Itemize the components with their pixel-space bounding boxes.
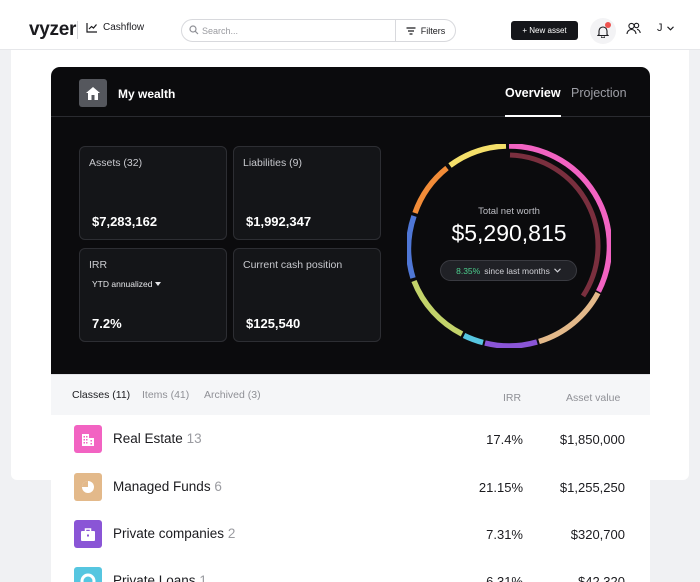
tab-items[interactable]: Items (41)	[142, 389, 189, 401]
row-name-text: Private companies	[113, 526, 225, 541]
assets-value: $7,283,162	[92, 214, 158, 229]
row-value: $1,255,250	[559, 480, 625, 495]
row-count: 1	[199, 573, 207, 582]
irr-stat-card: IRR YTD annualized 7.2%	[79, 248, 227, 342]
user-initial: J	[657, 22, 663, 34]
card-header: My wealth Overview Projection	[51, 67, 650, 117]
table-row[interactable]: Private Loans 1 6.31% $42,320	[51, 557, 650, 582]
filters-button[interactable]: Filters	[395, 20, 455, 41]
ring-segment-private-companies	[484, 339, 538, 348]
search-icon	[189, 25, 199, 35]
row-count: 6	[214, 479, 222, 494]
active-tab-indicator	[505, 115, 561, 117]
search-input[interactable]	[202, 23, 392, 38]
cashflow-label: Cashflow	[103, 22, 145, 33]
row-value: $320,700	[570, 527, 625, 542]
chart-line-icon	[86, 23, 97, 33]
ring-segment-managed-funds	[538, 291, 601, 345]
cash-value: $125,540	[246, 316, 301, 331]
building-icon	[82, 434, 94, 446]
users-icon	[626, 22, 641, 35]
liabilities-label: Liabilities (9)	[243, 157, 302, 169]
row-name-text: Real Estate	[113, 431, 183, 446]
new-asset-button[interactable]: + New asset	[511, 21, 578, 40]
liabilities-stat-card[interactable]: Liabilities (9) $1,992,347	[233, 146, 381, 240]
row-count: 2	[227, 526, 236, 541]
row-count: 13	[186, 431, 202, 446]
table-row[interactable]: Private companies 2 7.31% $320,700	[51, 510, 650, 557]
irr-value: 7.2%	[92, 316, 122, 331]
lifebuoy-icon	[80, 573, 96, 582]
net-worth-label: Total net worth	[478, 206, 540, 217]
assets-stat-card[interactable]: Assets (32) $7,283,162	[79, 146, 227, 240]
irr-period-dropdown[interactable]: YTD annualized	[92, 279, 162, 289]
people-button[interactable]	[626, 22, 641, 40]
row-icon-tile	[74, 473, 102, 501]
irr-label: IRR	[89, 259, 108, 271]
ring-segment-other-1	[411, 279, 464, 337]
assets-label: Assets (32)	[89, 157, 143, 169]
row-irr: 6.31%	[486, 574, 523, 582]
wealth-card: My wealth Overview Projection Assets (32…	[51, 67, 650, 374]
user-menu[interactable]: J	[657, 22, 674, 34]
chevron-down-icon	[666, 25, 674, 31]
irr-period-label: YTD annualized	[92, 279, 153, 289]
caret-down-icon	[155, 282, 162, 286]
row-irr: 17.4%	[486, 432, 523, 447]
net-worth-change-dropdown[interactable]: 8.35% since last months	[440, 260, 577, 281]
ring-segment-other-3	[412, 165, 449, 214]
row-icon-tile	[74, 567, 102, 582]
briefcase-icon	[81, 527, 95, 541]
notifications-button[interactable]	[590, 18, 616, 44]
net-worth-change-pct: 8.35%	[456, 265, 481, 276]
card-title: My wealth	[118, 87, 176, 101]
cash-label: Current cash position	[243, 259, 343, 271]
row-name: Real Estate 13	[113, 431, 202, 446]
filter-icon	[406, 26, 416, 35]
row-name: Private Loans 1	[113, 573, 207, 582]
row-icon-tile	[74, 425, 102, 453]
row-name-text: Managed Funds	[113, 479, 211, 494]
home-icon	[86, 86, 100, 100]
tab-overview[interactable]: Overview	[505, 86, 561, 100]
ring-segment-other-2	[407, 215, 417, 279]
top-nav: vyzer Cashflow Filters + New asset J	[0, 0, 700, 50]
cashflow-link[interactable]: Cashflow	[86, 22, 144, 33]
home-tile	[79, 79, 107, 107]
classes-table-header: Classes (11) Items (41) Archived (3) IRR…	[51, 374, 650, 415]
net-worth-value: $5,290,815	[451, 220, 567, 246]
filters-label: Filters	[420, 25, 446, 36]
liabilities-value: $1,992,347	[246, 214, 312, 229]
row-icon-tile	[74, 520, 102, 548]
row-name: Managed Funds 6	[113, 479, 222, 494]
row-value: $1,850,000	[559, 432, 625, 447]
new-asset-label: + New asset	[522, 26, 567, 35]
row-name: Private companies 2	[113, 526, 235, 541]
classes-list: Real Estate 13 17.4% $1,850,000 Managed …	[51, 415, 650, 582]
row-name-text: Private Loans	[113, 573, 196, 582]
notification-dot	[605, 22, 611, 28]
logo[interactable]: vyzer	[29, 19, 76, 41]
tab-archived[interactable]: Archived (3)	[204, 389, 261, 401]
ring-segment-private-loans	[462, 333, 484, 346]
row-value: $42,320	[578, 574, 625, 582]
column-header-irr[interactable]: IRR	[503, 392, 521, 404]
row-irr: 21.15%	[478, 480, 523, 495]
column-header-asset-value[interactable]: Asset value	[566, 392, 620, 404]
tab-projection[interactable]: Projection	[571, 86, 627, 100]
pie-chart-icon	[82, 481, 94, 493]
ring-segment-other-4	[448, 144, 507, 168]
row-irr: 7.31%	[486, 527, 523, 542]
table-row[interactable]: Managed Funds 6 21.15% $1,255,250	[51, 463, 650, 510]
table-row[interactable]: Real Estate 13 17.4% $1,850,000	[51, 415, 650, 462]
search-bar: Filters	[181, 19, 456, 42]
net-worth-change-text: since last months	[484, 265, 550, 276]
nav-divider	[77, 21, 78, 39]
tab-classes[interactable]: Classes (11)	[72, 389, 130, 401]
chevron-down-icon	[554, 268, 561, 273]
cash-stat-card[interactable]: Current cash position $125,540	[233, 248, 381, 342]
